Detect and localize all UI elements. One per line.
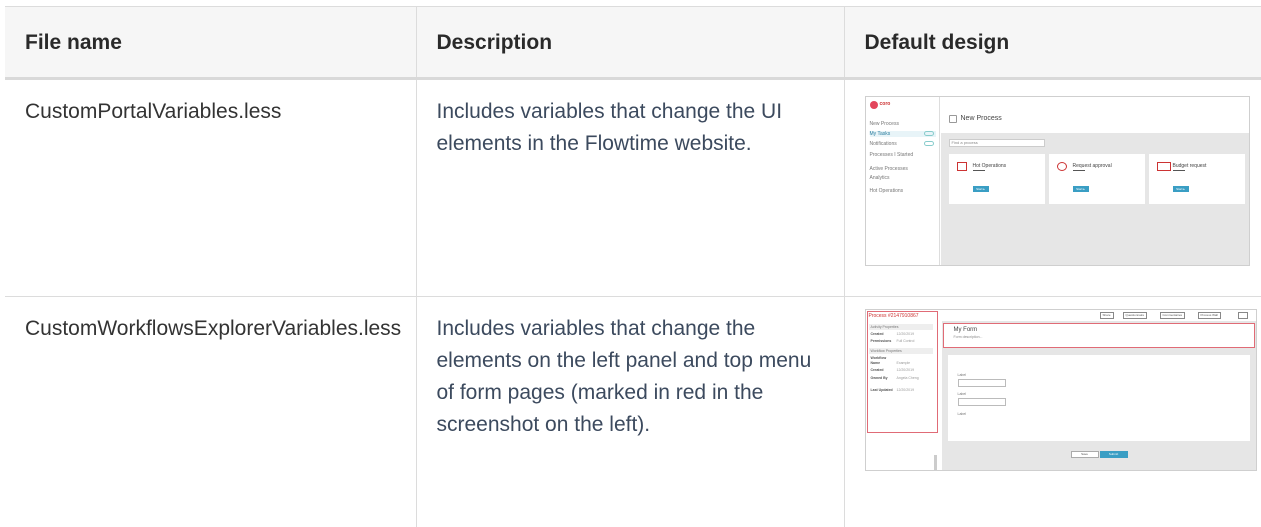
property-key: Created xyxy=(870,332,884,336)
toolbar-button: Commentaries xyxy=(1159,312,1186,319)
thumb-header: New Process xyxy=(940,97,1249,133)
field-label: Label xyxy=(957,373,967,377)
file-name-cell: CustomPortalVariables.less xyxy=(5,78,417,297)
header-default-design: Default design xyxy=(843,6,1261,80)
table-row: CustomPortalVariables.less Includes vari… xyxy=(5,78,1261,297)
card-divider xyxy=(1172,170,1185,171)
field-label: Label xyxy=(957,392,967,396)
nav-item: Analytics xyxy=(869,175,890,181)
toolbar-button: Questionnaire xyxy=(1122,312,1148,319)
description-cell: Includes variables that change the UI el… xyxy=(415,78,845,297)
property-value: Full Control xyxy=(896,339,915,343)
section-header: Workflow Properties xyxy=(868,348,933,354)
card-name: Budget request xyxy=(1172,163,1207,169)
logo-icon xyxy=(869,101,878,109)
property-value: 12/20/2019 xyxy=(896,388,915,392)
property-value: 12/20/2019 xyxy=(896,368,915,372)
property-key: Owned By xyxy=(870,376,888,380)
process-title: Process #2147910867 xyxy=(868,313,919,319)
logo-text: coro xyxy=(879,101,891,107)
card-start-button: Start ▸ xyxy=(972,186,989,192)
nav-item: Hot Operations xyxy=(869,188,904,194)
nav-item: Active Processes xyxy=(869,166,908,172)
thumb-search: Find a process xyxy=(948,139,1045,147)
file-name-cell: CustomWorkflowsExplorerVariables.less xyxy=(5,296,417,527)
property-value: Example xyxy=(896,361,911,365)
process-card: Hot Operations Start ▸ xyxy=(948,154,1045,204)
toolbar-button: Share xyxy=(1099,312,1114,319)
nav-item: My Tasks xyxy=(869,131,936,137)
property-key: Permissions xyxy=(870,339,892,343)
card-divider xyxy=(1072,170,1085,171)
thumb-toolbar: Share Questionnaire Commentaries Process… xyxy=(941,310,1256,321)
form-body: Label Label Label xyxy=(947,355,1250,441)
default-design-cell: Process #2147910867 Activity Properties … xyxy=(843,296,1261,527)
toolbar-button: Process Wall xyxy=(1197,312,1221,319)
field-input xyxy=(957,398,1006,406)
nav-item-label: Notifications xyxy=(869,141,897,147)
save-button: Save xyxy=(1070,451,1099,458)
property-row: Last Updated 12/20/2019 xyxy=(871,388,933,393)
form-header-highlight: My Form Form description... xyxy=(942,323,1255,348)
property-row: Created 12/20/2019 xyxy=(871,332,933,337)
card-start-button: Start ▸ xyxy=(1172,186,1189,192)
count-badge xyxy=(923,131,934,136)
property-value: Angela Cheng xyxy=(896,376,919,380)
header-description: Description xyxy=(415,6,845,80)
card-divider xyxy=(972,170,985,171)
card-icon xyxy=(1056,162,1067,171)
submit-button: Submit xyxy=(1099,451,1128,458)
field-label: Label xyxy=(957,412,967,416)
header-file-name: File name xyxy=(5,6,417,80)
scrollbar xyxy=(933,455,937,470)
portal-screenshot[interactable]: coro New Process My Tasks Notifications … xyxy=(864,96,1250,266)
property-row: Owned By Angela Cheng xyxy=(871,376,933,381)
process-icon xyxy=(948,115,957,123)
thumb-sidebar: coro New Process My Tasks Notifications … xyxy=(865,97,940,265)
form-title: My Form xyxy=(953,327,978,333)
default-design-cell: coro New Process My Tasks Notifications … xyxy=(843,78,1261,297)
nav-item: Processes I Started xyxy=(869,152,914,158)
nav-item: Notifications xyxy=(870,141,936,147)
card-name: Hot Operations xyxy=(972,163,1007,169)
thumb-left-panel: Process #2147910867 Activity Properties … xyxy=(865,310,940,470)
card-start-button: Start ▸ xyxy=(1072,186,1089,192)
card-icon xyxy=(956,162,967,171)
property-row: Workflow Name Example xyxy=(871,356,933,366)
table-row: CustomWorkflowsExplorerVariables.less In… xyxy=(5,296,1261,527)
nav-item: New Process xyxy=(869,121,899,127)
property-key: Created xyxy=(870,368,884,372)
process-card: Budget request Start ▸ xyxy=(1148,154,1245,204)
count-badge xyxy=(923,141,934,146)
card-icon xyxy=(1156,162,1171,171)
field-input xyxy=(957,379,1006,387)
property-value: 12/20/2019 xyxy=(896,332,915,336)
section-header: Activity Properties xyxy=(868,324,933,330)
property-row: Permissions Full Control xyxy=(871,339,933,344)
thumb-title: New Process xyxy=(960,115,1002,122)
form-page-screenshot[interactable]: Process #2147910867 Activity Properties … xyxy=(864,309,1257,471)
description-cell: Includes variables that change the eleme… xyxy=(415,296,845,527)
settings-icon xyxy=(1237,312,1248,319)
property-row: Created 12/20/2019 xyxy=(871,368,933,373)
card-name: Request approval xyxy=(1072,163,1112,169)
thumb-main: Share Questionnaire Commentaries Process… xyxy=(941,310,1256,470)
files-table: File name Description Default design Cus… xyxy=(5,6,1261,527)
header-row: File name Description Default design xyxy=(5,6,1261,80)
thumb-main: New Process Find a process Hot Operation… xyxy=(940,97,1249,265)
process-card: Request approval Start ▸ xyxy=(1048,154,1145,204)
form-description: Form description... xyxy=(953,335,983,339)
property-key: Last Updated xyxy=(870,388,893,392)
property-key: Workflow Name xyxy=(870,356,887,365)
nav-item-label: My Tasks xyxy=(869,131,891,137)
